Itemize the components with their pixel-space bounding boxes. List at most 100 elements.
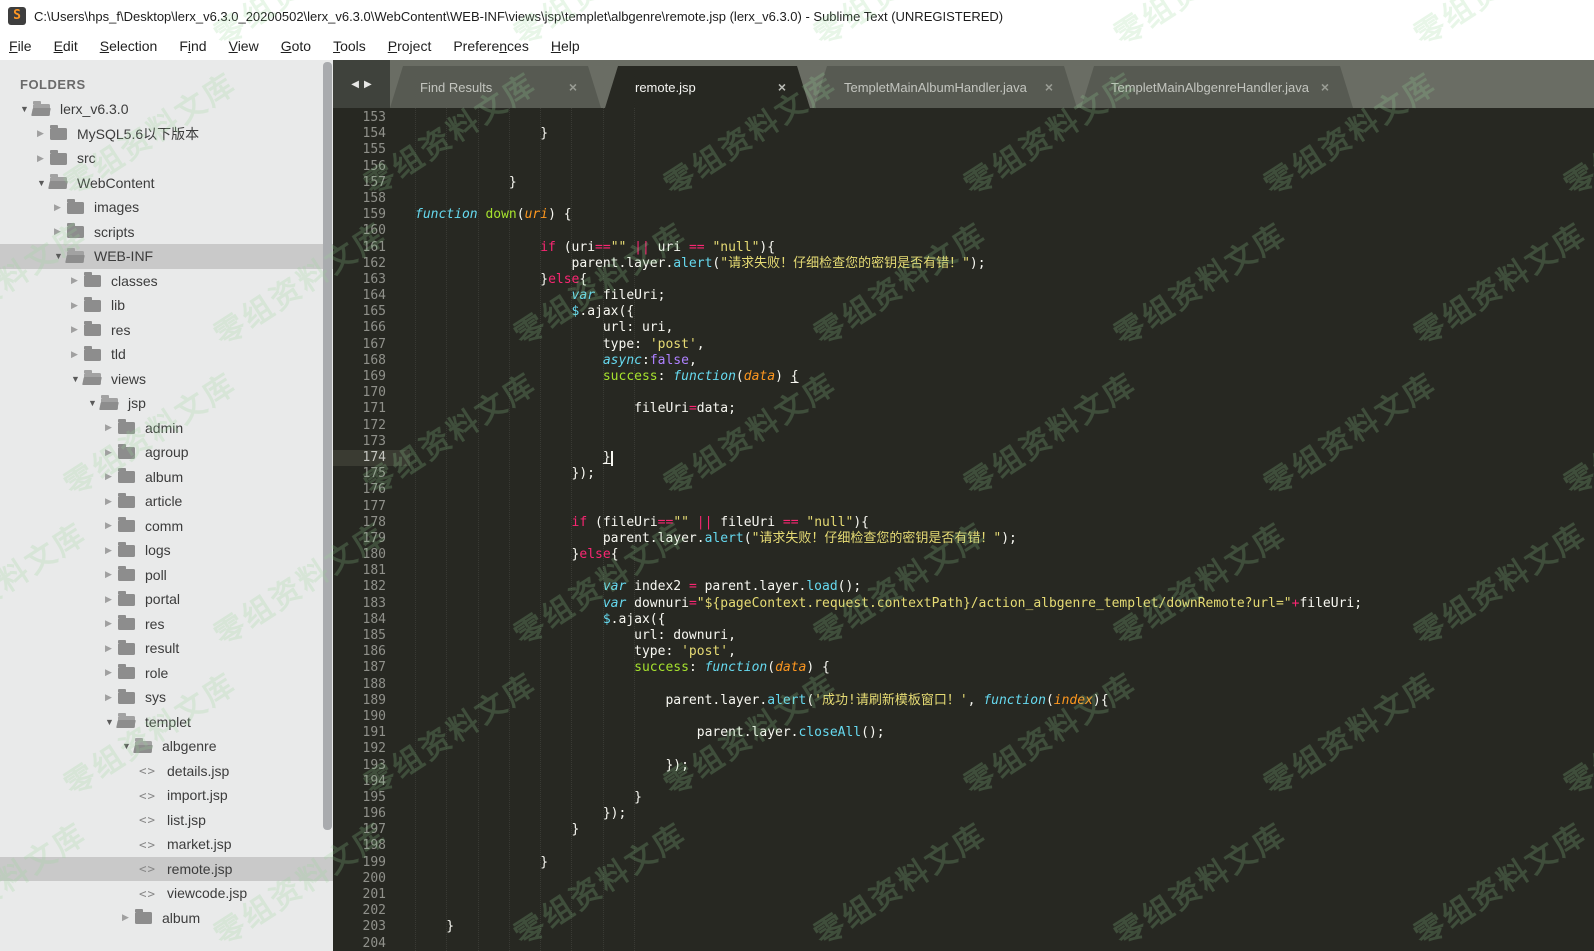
- chevron-right-icon[interactable]: ▶: [37, 128, 50, 139]
- chevron-right-icon[interactable]: ▶: [54, 226, 67, 237]
- sidebar-item-article[interactable]: ▶ article: [0, 489, 333, 514]
- menu-item-project[interactable]: Project: [388, 38, 432, 54]
- chevron-right-icon[interactable]: ▶: [54, 202, 67, 213]
- chevron-right-icon[interactable]: ▶: [105, 545, 118, 556]
- sidebar-item-comm[interactable]: ▶ comm: [0, 514, 333, 539]
- sidebar-item-label: tld: [111, 346, 126, 363]
- sidebar-item-list.jsp[interactable]: <> list.jsp: [0, 808, 333, 833]
- sidebar-item-lerx_v6.3.0[interactable]: ▼ lerx_v6.3.0: [0, 97, 333, 122]
- sidebar-item-viewcode.jsp[interactable]: <> viewcode.jsp: [0, 881, 333, 906]
- sidebar-item-web-inf[interactable]: ▼ WEB-INF: [0, 244, 333, 269]
- menu-item-help[interactable]: Help: [551, 38, 580, 54]
- line-number: 182: [362, 579, 386, 595]
- tab-scroll-left-icon[interactable]: ◀: [351, 79, 359, 90]
- chevron-right-icon[interactable]: ▶: [37, 153, 50, 164]
- chevron-right-icon[interactable]: ▶: [71, 275, 84, 286]
- code-line: url: downuri,: [415, 628, 736, 643]
- sidebar-item-tld[interactable]: ▶ tld: [0, 342, 333, 367]
- chevron-right-icon[interactable]: ▶: [105, 667, 118, 678]
- sidebar-item-import.jsp[interactable]: <> import.jsp: [0, 783, 333, 808]
- chevron-right-icon[interactable]: ▶: [105, 520, 118, 531]
- sidebar-item-result[interactable]: ▶ result: [0, 636, 333, 661]
- sidebar-item-album[interactable]: ▶ album: [0, 906, 333, 931]
- code-line: var fileUri;: [571, 288, 666, 304]
- sidebar-item-classes[interactable]: ▶ classes: [0, 269, 333, 294]
- line-number: 157: [362, 174, 386, 190]
- chevron-right-icon[interactable]: ▶: [105, 618, 118, 629]
- sidebar-item-logs[interactable]: ▶ logs: [0, 538, 333, 563]
- sidebar-item-agroup[interactable]: ▶ agroup: [0, 440, 333, 465]
- tab-close-icon[interactable]: ×: [1321, 79, 1329, 95]
- menu-item-preferences[interactable]: Preferences: [453, 38, 529, 54]
- menu-item-edit[interactable]: Edit: [54, 38, 78, 54]
- line-number: 179: [362, 530, 386, 546]
- tab-close-icon[interactable]: ×: [569, 79, 577, 95]
- sidebar-item-role[interactable]: ▶ role: [0, 661, 333, 686]
- chevron-right-icon[interactable]: ▶: [105, 422, 118, 433]
- sidebar-item-lib[interactable]: ▶ lib: [0, 293, 333, 318]
- tab-scroll-right-icon[interactable]: ▶: [364, 79, 372, 90]
- code-line: });: [415, 806, 627, 822]
- menu-item-view[interactable]: View: [229, 38, 259, 54]
- sidebar-item-market.jsp[interactable]: <> market.jsp: [0, 832, 333, 857]
- menu-item-selection[interactable]: Selection: [100, 38, 158, 54]
- chevron-right-icon[interactable]: ▶: [105, 594, 118, 605]
- tab-templetmainalbgenrehandler-java[interactable]: TempletMainAlbgenreHandler.java ×: [1081, 66, 1353, 108]
- menu-item-tools[interactable]: Tools: [333, 38, 366, 54]
- tab-find-results[interactable]: Find Results ×: [390, 66, 601, 108]
- sidebar-item-images[interactable]: ▶ images: [0, 195, 333, 220]
- line-number: 166: [362, 320, 386, 336]
- sidebar-scrollbar[interactable]: [323, 62, 332, 830]
- chevron-right-icon[interactable]: ▶: [105, 569, 118, 580]
- code-line: parent.layer.closeAll();: [415, 725, 885, 741]
- menu-item-goto[interactable]: Goto: [281, 38, 311, 54]
- code-content[interactable]: } } function down(uri) { if (uri=="" || u…: [410, 108, 1594, 951]
- folder-icon: [67, 198, 84, 214]
- sidebar-item-remote.jsp[interactable]: <> remote.jsp: [0, 856, 333, 881]
- sidebar-item-res[interactable]: ▶ res: [0, 612, 333, 637]
- sidebar-item-admin[interactable]: ▶ admin: [0, 416, 333, 441]
- code-line: }: [415, 126, 549, 142]
- line-number: 192: [362, 741, 386, 757]
- tab-nav-arrows[interactable]: ◀ ▶: [333, 60, 390, 108]
- tab-templetmainalbumhandler-java[interactable]: TempletMainAlbumHandler.java ×: [814, 66, 1077, 108]
- sidebar-item-templet[interactable]: ▼ templet: [0, 710, 333, 735]
- menu-item-file[interactable]: File: [9, 38, 32, 54]
- sidebar-item-label: res: [111, 321, 131, 338]
- sidebar-item-portal[interactable]: ▶ portal: [0, 587, 333, 612]
- sidebar-item-jsp[interactable]: ▼ jsp: [0, 391, 333, 416]
- chevron-right-icon[interactable]: ▶: [105, 496, 118, 507]
- tab-close-icon[interactable]: ×: [778, 79, 786, 95]
- sidebar-item-views[interactable]: ▼ views: [0, 367, 333, 392]
- sidebar-item-albgenre[interactable]: ▼ albgenre: [0, 734, 333, 759]
- chevron-right-icon[interactable]: ▶: [105, 447, 118, 458]
- sidebar-item-poll[interactable]: ▶ poll: [0, 563, 333, 588]
- chevron-right-icon[interactable]: ▶: [105, 471, 118, 482]
- code-editor[interactable]: 153 154 155 156 157 158 159 160 161 162 163 164 165 1…: [333, 108, 1594, 951]
- line-number: 201: [362, 887, 386, 902]
- folder-icon: [135, 909, 152, 925]
- code-line: if (uri=="" || uri == "null"){: [540, 239, 776, 255]
- sidebar-item-mysql5.6以下版本[interactable]: ▶ MySQL5.6以下版本: [0, 122, 333, 147]
- chevron-right-icon[interactable]: ▶: [71, 324, 84, 335]
- sidebar-item-src[interactable]: ▶ src: [0, 146, 333, 171]
- sidebar-item-webcontent[interactable]: ▼ WebContent: [0, 171, 333, 196]
- sidebar-item-scripts[interactable]: ▶ scripts: [0, 220, 333, 245]
- chevron-right-icon[interactable]: ▶: [71, 300, 84, 311]
- sidebar-item-sys[interactable]: ▶ sys: [0, 685, 333, 710]
- tab-close-icon[interactable]: ×: [1045, 79, 1053, 95]
- chevron-right-icon[interactable]: ▶: [122, 912, 135, 923]
- tab-remote-jsp[interactable]: remote.jsp ×: [605, 66, 810, 108]
- folder-icon: [84, 321, 101, 337]
- chevron-right-icon[interactable]: ▶: [71, 349, 84, 360]
- sidebar-item-label: lib: [111, 297, 126, 314]
- chevron-right-icon[interactable]: ▶: [105, 643, 118, 654]
- sidebar-item-res[interactable]: ▶ res: [0, 318, 333, 343]
- sidebar-item-details.jsp[interactable]: <> details.jsp: [0, 759, 333, 784]
- chevron-right-icon[interactable]: ▶: [105, 692, 118, 703]
- menu-item-find[interactable]: Find: [179, 38, 206, 54]
- sidebar-item-album[interactable]: ▶ album: [0, 465, 333, 490]
